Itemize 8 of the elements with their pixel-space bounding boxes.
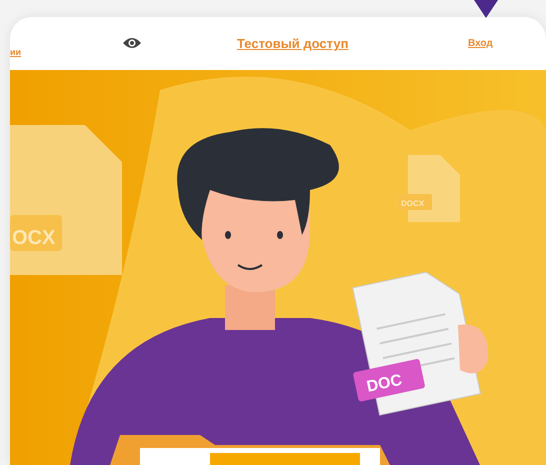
file-format-label: DOCX <box>401 199 424 208</box>
nav-link[interactable]: ии <box>10 46 22 60</box>
trial-access-link[interactable]: Тестовый доступ <box>237 34 348 54</box>
login-link[interactable]: Вход <box>468 36 493 51</box>
doc-tag-label: DOC <box>365 372 404 396</box>
file-format-label: OCX <box>12 227 56 249</box>
pointer-triangle-icon <box>474 0 498 18</box>
eye-icon[interactable] <box>122 36 142 50</box>
